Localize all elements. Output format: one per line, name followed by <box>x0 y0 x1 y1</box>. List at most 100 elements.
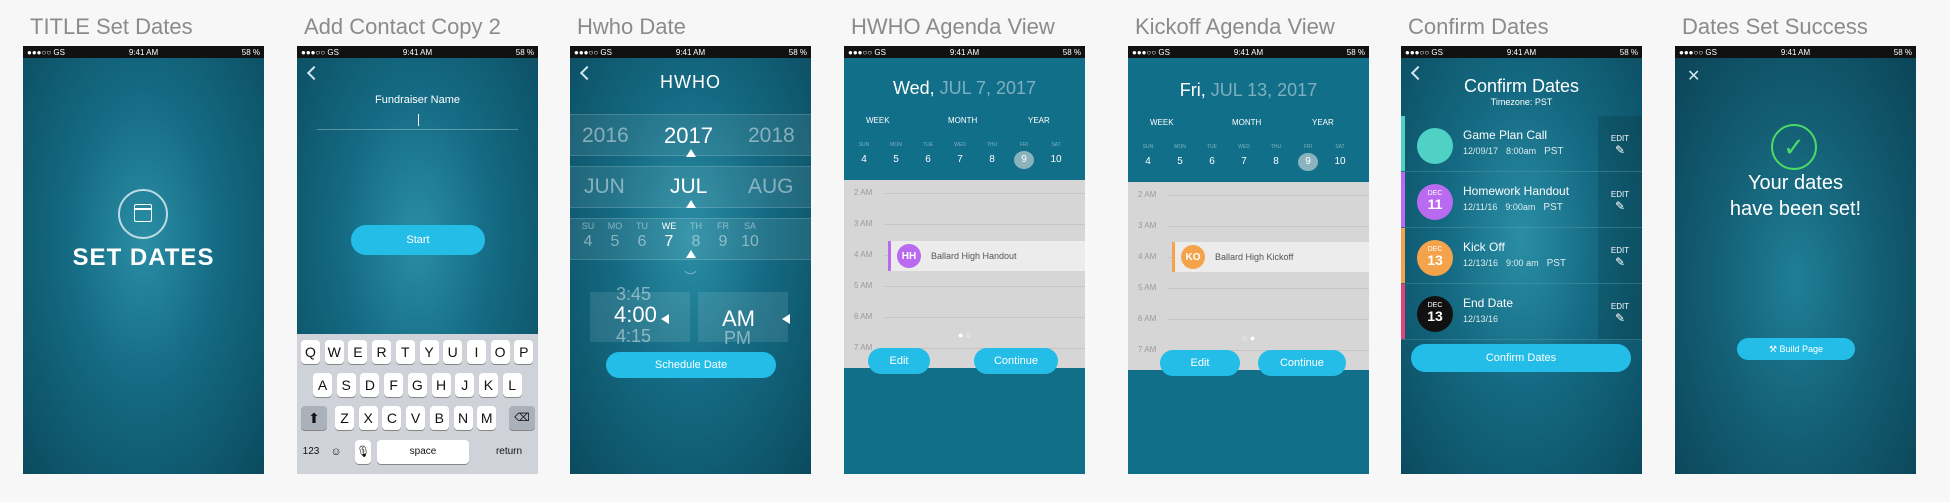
event-ballard-high-kickoff[interactable]: KO Ballard High Kickoff <box>1172 242 1369 272</box>
day-option[interactable]: 9 <box>713 233 733 251</box>
day-option[interactable]: 8 <box>686 233 706 251</box>
event-ballard-high-handout[interactable]: HH Ballard High Handout <box>888 241 1085 271</box>
calendar-day[interactable]: 5 <box>1170 156 1190 167</box>
calendar-day[interactable]: 9 <box>1298 153 1318 171</box>
key-i[interactable]: I <box>466 340 486 364</box>
day-option[interactable]: 5 <box>605 233 625 251</box>
calendar-day[interactable]: 7 <box>1234 156 1254 167</box>
continue-button[interactable]: Continue <box>974 348 1058 374</box>
key-v[interactable]: V <box>406 406 426 430</box>
month-prev[interactable]: JUN <box>584 175 625 199</box>
key-y[interactable]: Y <box>419 340 439 364</box>
key-o[interactable]: O <box>490 340 510 364</box>
edit-column[interactable]: EDIT ✎ <box>1598 284 1642 339</box>
key-a[interactable]: A <box>313 373 332 397</box>
return-key[interactable]: return <box>481 440 537 464</box>
day-option[interactable]: 7 <box>659 233 679 251</box>
back-icon[interactable] <box>306 65 322 81</box>
edit-button[interactable]: Edit <box>1160 350 1240 376</box>
day-option[interactable]: 10 <box>740 233 760 251</box>
key-s[interactable]: S <box>336 373 356 397</box>
calendar-day[interactable]: 8 <box>1266 156 1286 167</box>
space-key[interactable]: space <box>377 440 469 464</box>
chevron-down-icon: ︶ <box>684 270 697 284</box>
event-datetime: 12/13/16 <box>1463 314 1506 324</box>
microphone-key[interactable]: 🎙 <box>355 440 371 464</box>
set-dates-heading: SET DATES <box>72 244 215 271</box>
key-k[interactable]: K <box>478 373 498 397</box>
start-button[interactable]: Start <box>351 225 485 255</box>
ampm-picker[interactable]: AM PM <box>698 292 788 348</box>
agenda-weekday: Wed, <box>892 78 935 98</box>
tab-month[interactable]: MONTH <box>1232 118 1261 127</box>
key-m[interactable]: M <box>477 406 497 430</box>
key-r[interactable]: R <box>372 340 392 364</box>
artboard-title: Add Contact Copy 2 <box>304 14 501 39</box>
day-option[interactable]: 4 <box>578 233 598 251</box>
event-name: End Date <box>1463 296 1514 310</box>
calendar-icon <box>118 189 168 239</box>
hour-gridline <box>1168 319 1369 320</box>
key-x[interactable]: X <box>358 406 378 430</box>
year-next[interactable]: 2018 <box>748 124 795 148</box>
fundraiser-name-input[interactable] <box>317 110 518 130</box>
close-icon[interactable]: ✕ <box>1687 66 1700 86</box>
month-next[interactable]: AUG <box>748 175 794 199</box>
backspace-key[interactable]: ⌫ <box>509 406 535 430</box>
emoji-key[interactable]: ☺ <box>325 440 347 464</box>
schedule-date-button[interactable]: Schedule Date <box>606 352 776 378</box>
calendar-day[interactable]: 6 <box>1202 156 1222 167</box>
time-picker[interactable]: 3:45 4:00 4:15 <box>590 284 690 346</box>
confirm-dates-button[interactable]: Confirm Dates <box>1411 344 1631 372</box>
calendar-day[interactable]: 7 <box>950 154 970 165</box>
calendar-day[interactable]: 6 <box>918 154 938 165</box>
key-z[interactable]: Z <box>335 406 354 430</box>
key-h[interactable]: H <box>431 373 451 397</box>
key-u[interactable]: U <box>443 340 463 364</box>
edit-button[interactable]: Edit <box>868 348 930 374</box>
row-color-stripe <box>1401 284 1405 339</box>
success-check-icon: ✓ <box>1771 124 1817 170</box>
calendar-day[interactable]: 10 <box>1330 156 1350 167</box>
tab-week[interactable]: WEEK <box>866 116 890 125</box>
calendar-day[interactable]: 5 <box>886 154 906 165</box>
key-t[interactable]: T <box>395 340 415 364</box>
key-j[interactable]: J <box>455 373 475 397</box>
tab-week[interactable]: WEEK <box>1150 118 1174 127</box>
key-f[interactable]: F <box>384 373 404 397</box>
tab-month[interactable]: MONTH <box>948 116 977 125</box>
hour-gridline <box>884 317 1085 318</box>
hour-gridline <box>884 286 1085 287</box>
build-page-button[interactable]: ⚒ Build Page <box>1737 338 1855 360</box>
key-l[interactable]: L <box>502 373 522 397</box>
key-c[interactable]: C <box>382 406 402 430</box>
tab-year[interactable]: YEAR <box>1028 116 1050 125</box>
numbers-key[interactable]: 123 <box>299 440 323 464</box>
shift-key[interactable]: ⬆ <box>301 406 327 430</box>
calendar-day[interactable]: 4 <box>854 154 874 165</box>
month-selected[interactable]: JUL <box>670 175 707 199</box>
edit-column[interactable]: EDIT ✎ <box>1598 116 1642 171</box>
year-selected[interactable]: 2017 <box>664 123 713 149</box>
key-q[interactable]: Q <box>301 340 320 364</box>
key-g[interactable]: G <box>407 373 427 397</box>
tab-year[interactable]: YEAR <box>1312 118 1334 127</box>
day-option[interactable]: 6 <box>632 233 652 251</box>
key-p[interactable]: P <box>514 340 534 364</box>
key-d[interactable]: D <box>360 373 380 397</box>
agenda-date: JUL 13, 2017 <box>1210 80 1318 100</box>
calendar-day[interactable]: 9 <box>1014 151 1034 169</box>
edit-column[interactable]: EDIT ✎ <box>1598 172 1642 227</box>
phone-screen: ●●●○○ GS 9:41 AM 58 % SET DATES <box>23 46 264 474</box>
calendar-day[interactable]: 8 <box>982 154 1002 165</box>
calendar-day[interactable]: 4 <box>1138 156 1158 167</box>
confirm-row: DEC 13 Kick Off 12/13/16 9:00 am PST EDIT ✎ <box>1401 228 1642 284</box>
year-prev[interactable]: 2016 <box>582 124 629 148</box>
key-e[interactable]: E <box>348 340 368 364</box>
key-w[interactable]: W <box>324 340 344 364</box>
continue-button[interactable]: Continue <box>1258 350 1346 376</box>
key-n[interactable]: N <box>453 406 473 430</box>
key-b[interactable]: B <box>429 406 449 430</box>
calendar-day[interactable]: 10 <box>1046 154 1066 165</box>
edit-column[interactable]: EDIT ✎ <box>1598 228 1642 283</box>
